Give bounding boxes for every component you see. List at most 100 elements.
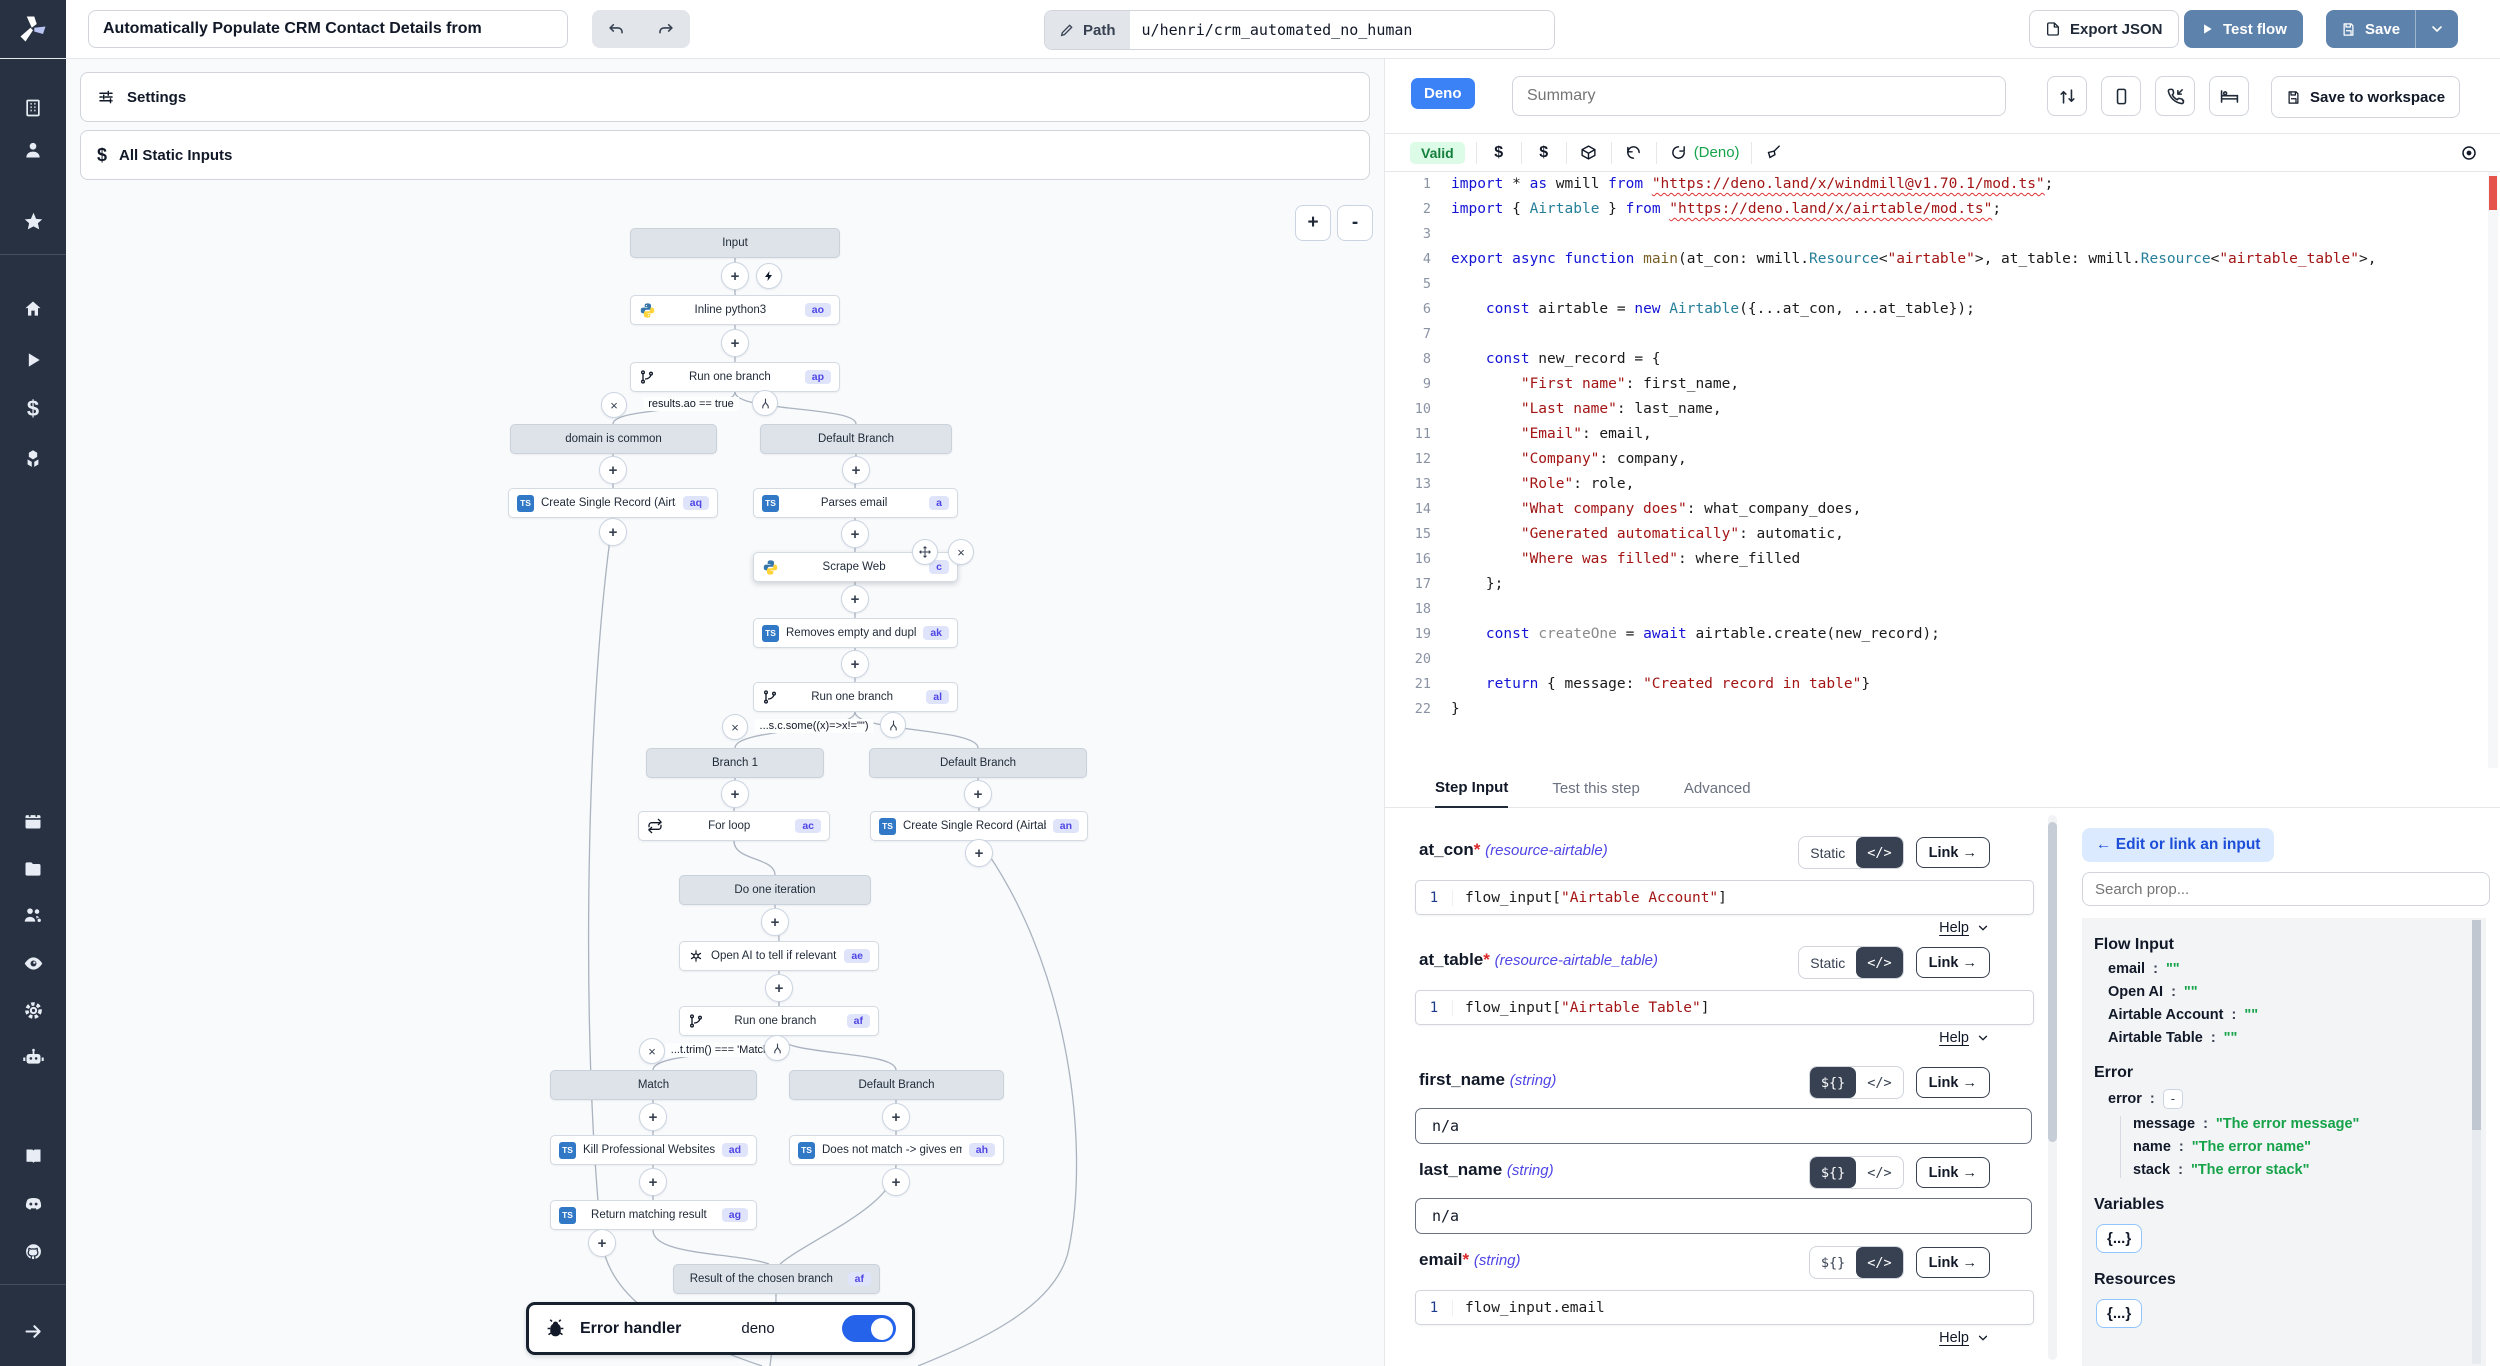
mobile-view-button[interactable] [2101, 76, 2141, 116]
call-button[interactable] [2155, 76, 2195, 116]
add-step-button[interactable]: + [761, 908, 789, 936]
path-input[interactable] [1130, 11, 1554, 49]
node-removes-empty-duplicates[interactable]: TS Removes empty and duplicatesak [753, 618, 958, 648]
node-result-chosen-branch[interactable]: Result of the chosen branchaf [673, 1264, 880, 1294]
prop-row[interactable]: email:"" [2108, 961, 2486, 977]
add-step-button[interactable]: + [842, 456, 870, 484]
sidebar-item-github[interactable] [0, 1233, 66, 1271]
node-branch-domain-common[interactable]: domain is common [510, 424, 717, 454]
flow-title-input[interactable] [88, 10, 568, 48]
windmill-logo[interactable] [0, 0, 66, 58]
node-default-branch-1[interactable]: Default Branch [760, 424, 952, 454]
add-step-button[interactable]: + [841, 650, 869, 678]
sleep-button[interactable] [2209, 76, 2249, 116]
edit-or-link-input-button[interactable]: ← Edit or link an input [2082, 828, 2274, 862]
static-toggle[interactable]: Static [1799, 837, 1856, 868]
split-branch-button[interactable] [880, 712, 906, 738]
prop-row-error[interactable]: error:- [2108, 1089, 2486, 1109]
sidebar-expand-button[interactable] [0, 1312, 66, 1350]
variables-button[interactable]: $ [1533, 144, 1555, 162]
link-button[interactable]: Link → [1916, 1247, 1990, 1278]
template-toggle[interactable]: ${} [1810, 1067, 1856, 1098]
link-button[interactable]: Link → [1916, 947, 1990, 978]
node-default-branch-2[interactable]: Default Branch [869, 748, 1087, 778]
sidebar-item-workspace[interactable] [0, 89, 66, 127]
field-input-last_name[interactable] [1415, 1198, 2032, 1234]
add-step-button[interactable]: + [841, 520, 869, 548]
node-do-one-iteration[interactable]: Do one iteration [679, 875, 871, 905]
field-code-at_table[interactable]: 1flow_input["Airtable Table"] [1415, 990, 2034, 1025]
template-toggle[interactable]: ${} [1810, 1157, 1856, 1188]
sidebar-item-folders[interactable] [0, 850, 66, 888]
node-branch-1[interactable]: Branch 1 [646, 748, 824, 778]
link-button[interactable]: Link → [1916, 1067, 1990, 1098]
add-step-button[interactable]: + [964, 780, 992, 808]
split-branch-button[interactable] [764, 1035, 790, 1061]
code-editor[interactable]: 1import * as wmill from "https://deno.la… [1385, 172, 2500, 768]
tab-test-this-step[interactable]: Test this step [1552, 780, 1640, 807]
add-step-button[interactable]: + [882, 1168, 910, 1196]
node-create-single-record-aq[interactable]: TS Create Single Record (Airtable)aq [508, 488, 718, 518]
resources-expand-button[interactable]: {...} [2096, 1299, 2142, 1328]
template-toggle[interactable]: ${} [1810, 1247, 1856, 1278]
zoom-out-button[interactable]: - [1337, 205, 1373, 241]
node-return-matching[interactable]: TS Return matching resultag [550, 1200, 757, 1230]
sidebar-item-favorites[interactable] [0, 202, 66, 240]
prop-row[interactable]: Airtable Table:"" [2108, 1030, 2486, 1046]
sidebar-item-schedules[interactable] [0, 802, 66, 840]
node-inline-python3[interactable]: Inline python3ao [630, 295, 840, 325]
assets-button[interactable]: $ [1488, 144, 1510, 162]
prop-row[interactable]: message:"The error message" [2133, 1116, 2486, 1132]
sidebar-item-settings[interactable] [0, 991, 66, 1029]
help-link[interactable]: Help [1939, 920, 1990, 936]
save-button[interactable]: Save [2326, 10, 2415, 48]
sidebar-item-resources[interactable] [0, 440, 66, 478]
format-button[interactable] [1763, 144, 1785, 161]
sidebar-item-home[interactable] [0, 290, 66, 328]
prop-row[interactable]: stack:"The error stack" [2133, 1162, 2486, 1178]
collapse-button[interactable]: - [2163, 1089, 2183, 1109]
package-button[interactable] [1578, 144, 1600, 161]
zoom-in-button[interactable]: + [1295, 205, 1331, 241]
sidebar-item-workers[interactable] [0, 1038, 66, 1076]
variables-expand-button[interactable]: {...} [2096, 1224, 2142, 1253]
sidebar-item-user[interactable] [0, 131, 66, 169]
swap-arrows-button[interactable] [2047, 76, 2087, 116]
remove-branch-button[interactable]: × [639, 1038, 665, 1064]
node-input[interactable]: Input [630, 228, 840, 258]
test-flow-button[interactable]: Test flow [2184, 10, 2303, 48]
save-dropdown-button[interactable] [2415, 10, 2458, 48]
form-scrollbar-thumb[interactable] [2048, 822, 2057, 1142]
field-code-at_con[interactable]: 1flow_input["Airtable Account"] [1415, 880, 2034, 915]
split-branch-button[interactable] [752, 390, 778, 416]
code-toggle[interactable]: </> [1856, 947, 1902, 978]
delete-node-button[interactable]: × [948, 539, 974, 565]
help-link[interactable]: Help [1939, 1330, 1990, 1346]
flow-static-inputs-row[interactable]: $ All Static Inputs [80, 130, 1370, 180]
add-step-button[interactable]: + [588, 1229, 616, 1257]
summary-input[interactable] [1512, 76, 2006, 116]
add-step-button[interactable]: + [721, 262, 749, 290]
link-button[interactable]: Link → [1916, 837, 1990, 868]
node-for-loop[interactable]: For loopac [638, 811, 830, 841]
field-input-first_name[interactable] [1415, 1108, 2032, 1144]
tab-advanced[interactable]: Advanced [1684, 780, 1751, 807]
node-does-not-match[interactable]: TS Does not match -> gives empty valueah [789, 1135, 1004, 1165]
tab-step-input[interactable]: Step Input [1435, 779, 1508, 808]
sidebar-item-audit[interactable] [0, 944, 66, 982]
add-step-button[interactable]: + [721, 780, 749, 808]
prop-row[interactable]: name:"The error name" [2133, 1139, 2486, 1155]
language-badge[interactable]: Deno [1411, 78, 1475, 109]
sidebar-item-runs[interactable] [0, 341, 66, 379]
move-node-button[interactable] [912, 539, 938, 565]
add-step-button[interactable]: + [965, 839, 993, 867]
code-toggle[interactable]: </> [1856, 1157, 1902, 1188]
field-code-email[interactable]: 1flow_input.email [1415, 1290, 2034, 1325]
node-branch-match[interactable]: Match [550, 1070, 757, 1100]
path-label[interactable]: Path [1045, 11, 1130, 49]
reload-button[interactable] [1668, 144, 1690, 161]
link-button[interactable]: Link → [1916, 1157, 1990, 1188]
code-toggle[interactable]: </> [1856, 1067, 1902, 1098]
add-step-button[interactable]: + [639, 1168, 667, 1196]
node-error-handler[interactable]: Error handler deno [526, 1302, 915, 1355]
